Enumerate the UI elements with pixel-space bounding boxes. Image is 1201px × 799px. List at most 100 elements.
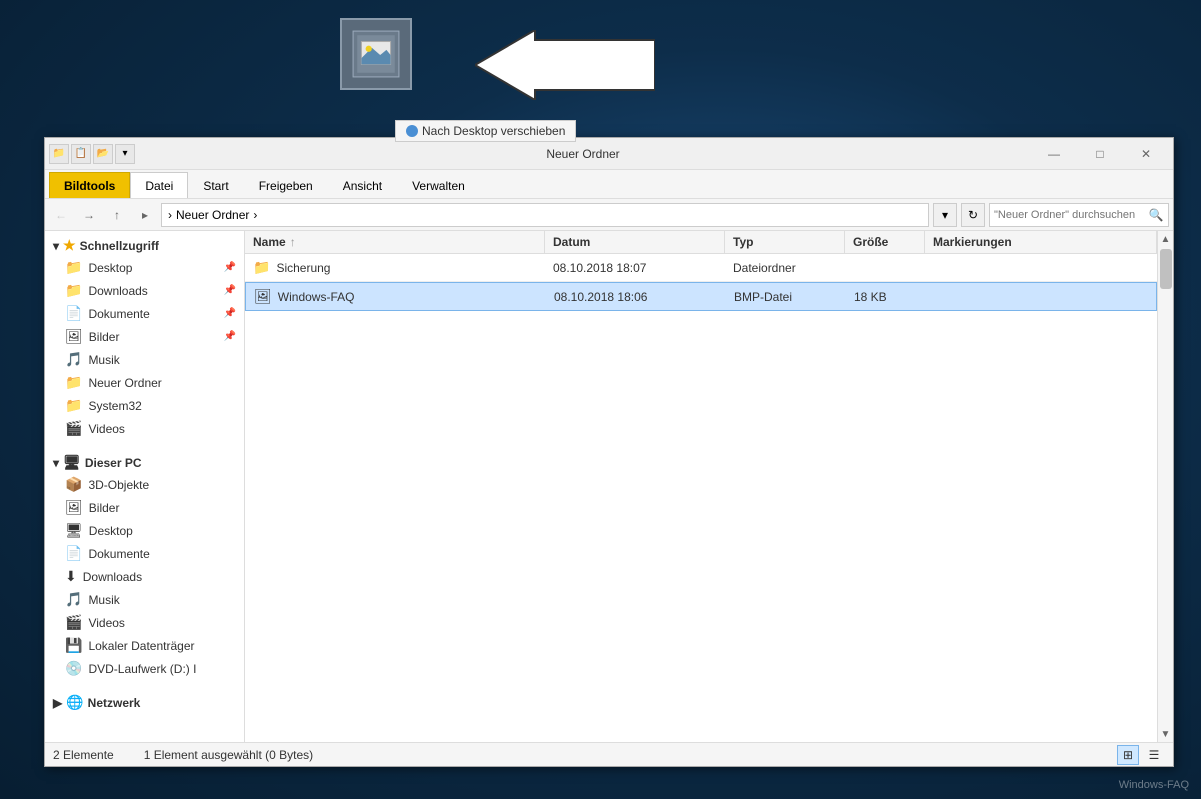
musik-icon: 🎵 [65, 351, 82, 368]
address-dropdown-btn[interactable]: ▾ [933, 203, 957, 227]
schnellzugriff-expand-icon: ▾ [53, 239, 59, 253]
sidebar-item-label: Videos [88, 616, 124, 630]
tab-bildtools[interactable]: Bildtools [49, 172, 130, 198]
forward-button[interactable]: → [77, 203, 101, 227]
sidebar-item-videos-pc[interactable]: 🎬 Videos [45, 611, 244, 634]
ribbon-tabs: Bildtools Datei Start Freigeben Ansicht … [45, 170, 1173, 198]
sidebar-section-schnellzugriff[interactable]: ▾ ★ Schnellzugriff [45, 231, 244, 256]
sidebar-section-netzwerk[interactable]: ▶ 🌐 Netzwerk [45, 688, 244, 713]
sidebar-item-bilder-pc[interactable]: 🖼 Bilder [45, 496, 244, 519]
sidebar-item-bilder-quick[interactable]: 🖼 Bilder 📌 [45, 325, 244, 348]
videos-icon: 🎬 [65, 420, 82, 437]
tab-verwalten[interactable]: Verwalten [397, 172, 480, 198]
search-box: 🔍 [989, 203, 1169, 227]
column-header-markierungen[interactable]: Markierungen [925, 231, 1157, 253]
bilder-pc-icon: 🖼 [65, 499, 83, 516]
file-date-cell: 08.10.2018 18:06 [546, 283, 726, 310]
scroll-up-arrow[interactable]: ▲ [1158, 231, 1174, 247]
netzwerk-expand-icon: ▶ [53, 696, 62, 710]
sidebar-item-label: Bilder [89, 501, 120, 515]
grid-view-button[interactable]: ⊞ [1117, 745, 1139, 765]
table-row[interactable]: 🖼 Windows-FAQ 08.10.2018 18:06 BMP-Datei… [245, 282, 1157, 311]
bilder-icon: 🖼 [65, 328, 83, 345]
properties-btn[interactable]: 📋 [71, 144, 91, 164]
minimize-button[interactable]: — [1031, 138, 1077, 170]
close-button[interactable]: ✕ [1123, 138, 1169, 170]
up-button[interactable]: ↑ [105, 203, 129, 227]
sidebar-item-videos-quick[interactable]: 🎬 Videos [45, 417, 244, 440]
sidebar-item-dokumente-pc[interactable]: 📄 Dokumente [45, 542, 244, 565]
sidebar-item-label: 3D-Objekte [88, 478, 149, 492]
refresh-button[interactable]: ↻ [961, 203, 985, 227]
right-scrollbar: ▲ ▼ [1157, 231, 1173, 742]
column-header-name[interactable]: Name ↑ [245, 231, 545, 253]
scroll-down-arrow[interactable]: ▼ [1158, 726, 1174, 742]
sidebar-item-label: Downloads [88, 284, 147, 298]
quick-access-btn[interactable]: 📁 [49, 144, 69, 164]
expand-button[interactable]: ▸ [133, 203, 157, 227]
selection-info: 1 Element ausgewählt (0 Bytes) [144, 748, 313, 762]
column-header-datum[interactable]: Datum [545, 231, 725, 253]
sidebar-item-downloads-pc[interactable]: ⬇ Downloads [45, 565, 244, 588]
dokumente-icon: 📄 [65, 305, 82, 322]
pin-icon: 📌 [224, 308, 236, 319]
titlebar-pin-btn[interactable]: ▾ [115, 144, 135, 164]
search-input[interactable] [990, 209, 1144, 221]
tab-freigeben[interactable]: Freigeben [244, 172, 328, 198]
sidebar-item-musik-quick[interactable]: 🎵 Musik [45, 348, 244, 371]
sidebar-item-downloads-quick[interactable]: 📁 Downloads 📌 [45, 279, 244, 302]
column-header-typ[interactable]: Typ [725, 231, 845, 253]
sidebar-item-system32-quick[interactable]: 📁 System32 [45, 394, 244, 417]
search-icon[interactable]: 🔍 [1144, 203, 1168, 227]
address-path[interactable]: › Neuer Ordner › [161, 203, 929, 227]
drag-icon-container [340, 18, 412, 90]
system32-icon: 📁 [65, 397, 82, 414]
maximize-button[interactable]: □ [1077, 138, 1123, 170]
sidebar-item-label: Desktop [88, 261, 132, 275]
sidebar-item-label: System32 [88, 399, 141, 413]
sidebar-item-desktop-pc[interactable]: 🖥 Desktop [45, 519, 244, 542]
sidebar-section-dieser-pc[interactable]: ▾ 🖥 Dieser PC [45, 448, 244, 473]
dokumente-pc-icon: 📄 [65, 545, 82, 562]
status-bar: 2 Elemente 1 Element ausgewählt (0 Bytes… [45, 742, 1173, 766]
sidebar-item-neuer-ordner-quick[interactable]: 📁 Neuer Ordner [45, 371, 244, 394]
window-title: Neuer Ordner [135, 147, 1031, 161]
sidebar-item-label: Neuer Ordner [88, 376, 161, 390]
tab-start[interactable]: Start [188, 172, 243, 198]
file-type-cell: BMP-Datei [726, 283, 846, 310]
list-view-button[interactable]: ☰ [1143, 745, 1165, 765]
table-row[interactable]: 📁 Sicherung 08.10.2018 18:07 Dateiordner [245, 254, 1157, 282]
sidebar-item-musik-pc[interactable]: 🎵 Musik [45, 588, 244, 611]
sidebar-item-dvd-laufwerk[interactable]: 💿 DVD-Laufwerk (D:) I [45, 657, 244, 680]
column-header-groesse[interactable]: Größe [845, 231, 925, 253]
file-size-cell: 18 KB [846, 283, 926, 310]
tab-ansicht[interactable]: Ansicht [328, 172, 397, 198]
sort-icon: ↑ [290, 235, 296, 249]
scroll-thumb[interactable] [1160, 249, 1172, 289]
watermark: Windows-FAQ [1119, 779, 1189, 791]
sidebar-item-desktop-quick[interactable]: 📁 Desktop 📌 [45, 256, 244, 279]
sidebar-item-3d-objekte[interactable]: 📦 3D-Objekte [45, 473, 244, 496]
file-name: Windows-FAQ [278, 290, 355, 304]
sidebar-item-lokaler-datentraeger[interactable]: 💾 Lokaler Datenträger [45, 634, 244, 657]
sidebar-item-label: Bilder [89, 330, 120, 344]
pin-icon: 📌 [224, 285, 236, 296]
drag-file-icon [340, 18, 412, 90]
back-button[interactable]: ← [49, 203, 73, 227]
sidebar-item-label: Dokumente [88, 307, 149, 321]
dvd-laufwerk-icon: 💿 [65, 660, 82, 677]
tab-datei[interactable]: Datei [130, 172, 188, 198]
items-count: 2 Elemente [53, 748, 114, 762]
sidebar-item-label: DVD-Laufwerk (D:) I [88, 662, 196, 676]
sidebar-item-label: Lokaler Datenträger [88, 639, 194, 653]
schnellzugriff-label: Schnellzugriff [80, 239, 159, 253]
file-name: Sicherung [276, 261, 330, 275]
windowsfaq-file-icon: 🖼 [254, 288, 272, 305]
dieser-pc-label: Dieser PC [85, 456, 142, 470]
view-toggle-buttons: ⊞ ☰ [1117, 745, 1165, 765]
sidebar-item-label: Musik [88, 593, 119, 607]
sidebar-item-dokumente-quick[interactable]: 📄 Dokumente 📌 [45, 302, 244, 325]
new-folder-btn[interactable]: 📂 [93, 144, 113, 164]
file-list: Name ↑ Datum Typ Größe Markierungen [245, 231, 1157, 742]
3d-objekte-icon: 📦 [65, 476, 82, 493]
